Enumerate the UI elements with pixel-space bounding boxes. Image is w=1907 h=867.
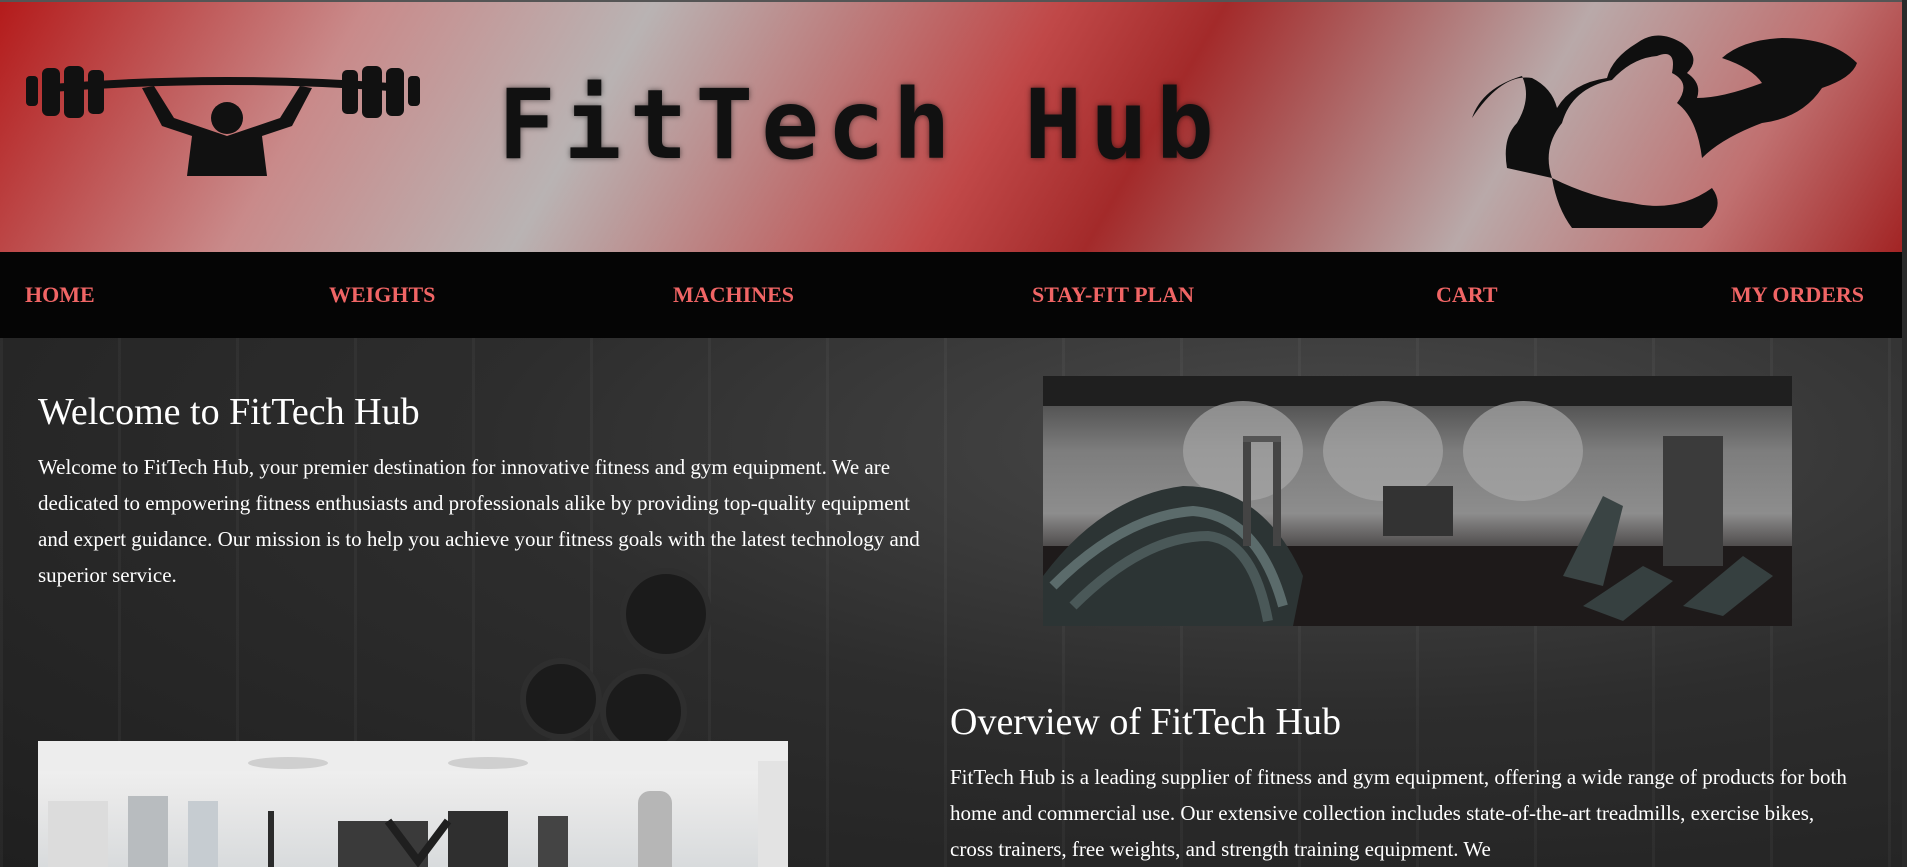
weightlifter-barbell-icon bbox=[26, 66, 420, 176]
page-scrollbar[interactable] bbox=[1902, 0, 1907, 867]
nav-stay-fit-plan-link[interactable]: STAY-FIT PLAN bbox=[1032, 282, 1194, 308]
overview-paragraph: FitTech Hub is a leading supplier of fit… bbox=[950, 765, 1847, 861]
nav-machines-link[interactable]: MACHINES bbox=[673, 282, 794, 308]
flexing-bodybuilder-icon bbox=[1472, 35, 1857, 228]
site-banner: FitTech Hub bbox=[0, 0, 1902, 252]
gym-interior-photo bbox=[1043, 376, 1792, 626]
background-weight-plate bbox=[520, 658, 602, 740]
welcome-heading: Welcome to FitTech Hub bbox=[38, 391, 420, 433]
nav-my-orders-link[interactable]: MY ORDERS bbox=[1731, 282, 1864, 308]
main-nav: HOME WEIGHTS MACHINES STAY-FIT PLAN CART… bbox=[0, 252, 1902, 338]
page: FitTech Hub HOME WEIGHTS MACHINES STAY-F… bbox=[0, 0, 1907, 867]
nav-home-link[interactable]: HOME bbox=[25, 282, 95, 308]
nav-cart-link[interactable]: CART bbox=[1436, 282, 1498, 308]
welcome-paragraph: Welcome to FitTech Hub, your premier des… bbox=[38, 455, 920, 587]
bright-gym-photo bbox=[38, 741, 788, 867]
nav-weights-link[interactable]: WEIGHTS bbox=[329, 282, 435, 308]
site-logo-text: FitTech Hub bbox=[498, 69, 1222, 181]
overview-heading: Overview of FitTech Hub bbox=[950, 701, 1341, 743]
